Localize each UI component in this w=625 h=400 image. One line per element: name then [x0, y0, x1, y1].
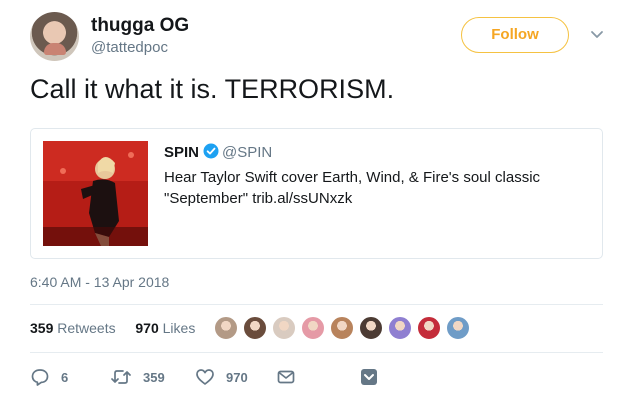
like-count: 970 [226, 369, 248, 385]
retweets-count[interactable]: 359 [30, 320, 53, 336]
liker-avatar[interactable] [243, 316, 267, 340]
display-name[interactable]: thugga OG [91, 15, 189, 37]
likes-count[interactable]: 970 [135, 320, 158, 336]
reply-icon [31, 369, 49, 386]
quoted-tweet-image[interactable] [43, 141, 148, 246]
liker-avatar[interactable] [359, 316, 383, 340]
quoted-tweet-card[interactable]: SPIN @SPIN Hear Taylor Swift cover Earth… [30, 128, 603, 259]
retweets-label[interactable]: Retweets [57, 320, 115, 336]
tweet-timestamp[interactable]: 6:40 AM - 13 Apr 2018 [30, 274, 169, 290]
reply-button[interactable]: 6 [30, 366, 68, 388]
quoted-handle: @SPIN [222, 144, 273, 161]
like-button[interactable]: 970 [195, 366, 248, 388]
quoted-tweet-author: SPIN @SPIN [164, 143, 272, 161]
liker-avatar[interactable] [272, 316, 296, 340]
liker-avatar[interactable] [301, 316, 325, 340]
divider [30, 304, 603, 305]
tweet-text: Call it what it is. TERRORISM. [30, 74, 395, 104]
liker-avatar[interactable] [417, 316, 441, 340]
likes-label[interactable]: Likes [163, 320, 196, 336]
liker-avatar[interactable] [214, 316, 238, 340]
retweet-icon [111, 370, 131, 384]
direct-message-button[interactable] [276, 366, 296, 388]
liker-avatar[interactable] [388, 316, 412, 340]
avatar[interactable] [30, 12, 79, 61]
verified-badge-icon [203, 143, 219, 159]
quoted-display-name[interactable]: SPIN [164, 144, 199, 161]
heart-icon [196, 369, 214, 385]
retweet-count: 359 [143, 369, 165, 385]
follow-button[interactable]: Follow [461, 17, 569, 53]
envelope-icon [277, 370, 295, 384]
retweet-button[interactable]: 359 [110, 366, 165, 388]
tweet-header: thugga OG @tattedpoc Follow [30, 12, 610, 62]
tweet-actions: 6 359 970 [30, 366, 603, 388]
liker-avatar[interactable] [446, 316, 470, 340]
bookmark-icon [361, 369, 377, 385]
liker-avatar[interactable] [330, 316, 354, 340]
divider [30, 352, 603, 353]
engagement-stats: 359 Retweets 970 Likes [30, 320, 195, 336]
bookmark-button[interactable] [360, 366, 378, 388]
quoted-tweet-text: Hear Taylor Swift cover Earth, Wind, & F… [164, 169, 541, 207]
reply-count: 6 [61, 369, 69, 385]
user-handle[interactable]: @tattedpoc [91, 39, 168, 56]
chevron-down-icon[interactable] [587, 24, 607, 44]
